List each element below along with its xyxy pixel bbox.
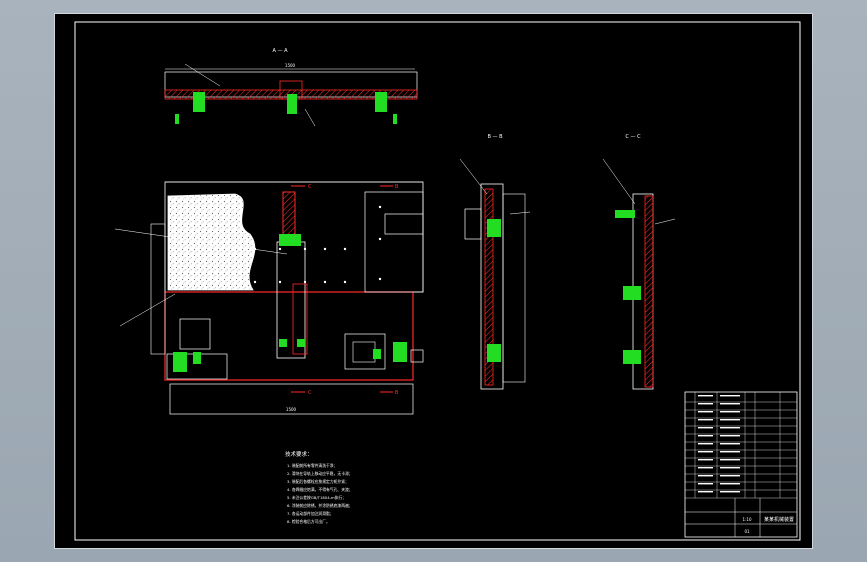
drawing-name: 某某机械装置	[764, 516, 794, 523]
cad-drawing-canvas[interactable]: A — A 1500 1500 C B C B B — B C — C 技术要求…	[55, 14, 812, 548]
main-plan-view: 1500 C B C B	[114, 181, 424, 415]
center-bolt-top	[279, 234, 301, 246]
note-line-7: 7. 各运动部件加注润滑脂；	[287, 511, 334, 516]
cad-viewport[interactable]: A — A 1500 1500 C B C B B — B C — C 技术要求…	[54, 13, 813, 549]
technical-notes: 技术要求： 1. 装配前所有零件清洗干净； 2. 滑块在导轨上移动应平稳，无卡滞…	[285, 450, 353, 524]
side-view-b: B — B	[459, 134, 531, 390]
note-line-1: 1. 装配前所有零件清洗干净；	[287, 463, 337, 468]
note-line-5: 5. 未注公差按GB/T1804-m执行；	[287, 495, 346, 500]
side-view-c: C — C	[602, 134, 676, 390]
note-line-8: 8. 检验合格后方可出厂。	[287, 519, 330, 524]
mark-c-top: C	[308, 184, 312, 190]
note-line-6: 6. 涂装前应除锈，并涂防锈底漆两遍；	[287, 503, 353, 508]
leader-c-1	[602, 158, 636, 205]
top-center-bolt	[287, 94, 297, 114]
bottom-left-base	[179, 318, 211, 350]
leader-b-2	[509, 211, 531, 215]
side-c-section	[644, 195, 654, 388]
bottom-right-base	[352, 341, 376, 363]
side-c-bolt-2	[623, 286, 641, 300]
section-a-label: A — A	[272, 48, 288, 54]
note-line-4: 4. 各焊缝应饱满，不得有气孔、夹渣；	[287, 487, 353, 492]
bolt-bottom-right-2	[373, 349, 381, 359]
note-line-3: 3. 装配后各螺栓应按规定力矩拧紧；	[287, 479, 349, 484]
notes-title: 技术要求：	[285, 450, 313, 458]
side-b-bracket	[464, 208, 482, 240]
right-plate	[364, 191, 424, 293]
center-bolt-low-2	[297, 339, 305, 347]
leader-c-2	[654, 218, 676, 225]
side-b-bolt-1	[487, 219, 501, 237]
leader-top-2	[304, 108, 316, 127]
section-c-label: C — C	[625, 134, 641, 140]
top-section-view: A — A 1500	[164, 48, 418, 127]
left-flange-outline	[150, 223, 166, 355]
side-b-bolt-2	[487, 344, 501, 362]
center-bolt-low-1	[279, 339, 287, 347]
scale: 1:10	[743, 517, 752, 522]
mark-b-bottom: B	[395, 390, 399, 396]
main-lower-frame	[164, 291, 414, 381]
mark-c-bottom: C	[308, 390, 312, 396]
side-b-rail	[502, 193, 526, 383]
dim-base: 1500	[286, 407, 297, 412]
hole-grid	[253, 205, 382, 284]
top-leg-left	[175, 114, 179, 124]
dim-main-width: 1500	[285, 63, 296, 68]
top-leg-right	[393, 114, 397, 124]
right-plate-slot	[384, 213, 424, 235]
leader-b-1	[459, 158, 488, 195]
sheet-no: 01	[744, 529, 750, 534]
leader-main-2	[119, 293, 176, 327]
parts-list-rows	[685, 392, 797, 499]
mark-b-top: B	[395, 184, 399, 190]
parts-list-text	[698, 395, 740, 493]
note-line-2: 2. 滑块在导轨上移动应平稳，无卡滞；	[287, 471, 353, 476]
leader-top-1	[184, 63, 221, 87]
bolt-bottom-right	[393, 342, 407, 362]
breakout-region	[167, 193, 256, 291]
bolt-bottom-left	[173, 352, 187, 372]
side-c-bolt-1	[615, 210, 635, 218]
bolt-bottom-left-2	[193, 352, 201, 364]
top-left-bolt	[193, 92, 205, 112]
top-right-bolt	[375, 92, 387, 112]
title-block: 某某机械装置 1:10 01	[684, 391, 798, 538]
section-b-label: B — B	[487, 134, 503, 140]
side-c-bolt-3	[623, 350, 641, 364]
